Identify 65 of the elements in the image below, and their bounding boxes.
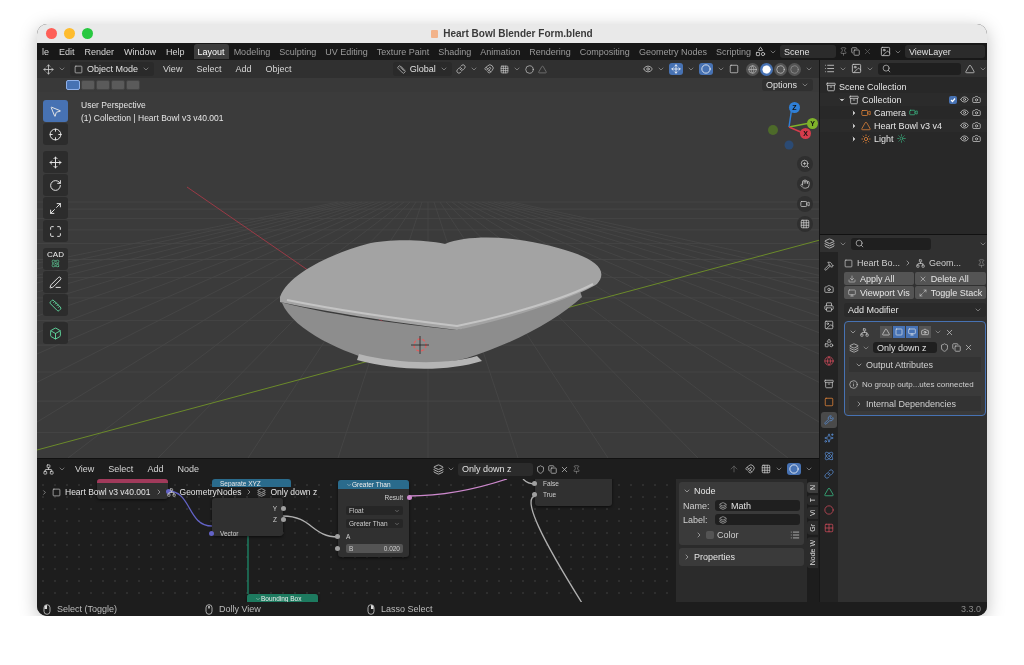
add-modifier-dropdown[interactable]: Add Modifier bbox=[844, 303, 987, 317]
info-message: No group outp...utes connected bbox=[862, 379, 974, 389]
menu-item[interactable]: Help bbox=[161, 44, 190, 59]
menu-item[interactable]: Render bbox=[79, 44, 120, 59]
color-label: Color bbox=[717, 530, 739, 540]
panel-title[interactable]: Properties bbox=[694, 552, 736, 562]
workspace-tab[interactable]: Scripting bbox=[711, 44, 755, 59]
panel-title[interactable]: Node bbox=[694, 486, 716, 496]
breadcrumb-item[interactable]: GeometryNodes bbox=[179, 487, 242, 497]
menu-item[interactable]: Add bbox=[230, 61, 257, 77]
view-layer-field[interactable]: ViewLayer bbox=[904, 45, 985, 58]
field-label: Name: bbox=[683, 500, 711, 511]
section-title: Output Attributes bbox=[866, 359, 934, 370]
workspace-tab[interactable]: Rendering bbox=[525, 44, 575, 59]
workspace-tab[interactable]: Shading bbox=[434, 44, 476, 59]
outliner-item[interactable]: Scene Collection bbox=[839, 81, 907, 92]
workspace-tab[interactable]: Layout bbox=[193, 44, 229, 59]
section-title: Internal Dependencies bbox=[866, 398, 957, 409]
orientation-dropdown[interactable]: Global bbox=[392, 62, 452, 76]
menu-item[interactable]: Add bbox=[142, 461, 169, 477]
breadcrumb-item[interactable]: Heart Bowl v3 v40.001 bbox=[65, 487, 151, 497]
menu-item[interactable]: Edit bbox=[54, 44, 80, 59]
menu-item[interactable]: View bbox=[158, 61, 188, 77]
outliner-item[interactable]: Light bbox=[874, 133, 894, 144]
workspace-tab[interactable]: Modeling bbox=[229, 44, 275, 59]
tool-button[interactable]: CAD bbox=[43, 248, 68, 270]
text-field[interactable]: Math bbox=[715, 500, 800, 511]
workspace-tab[interactable]: Texture Paint bbox=[372, 44, 434, 59]
workspace-tab[interactable]: Sculpting bbox=[275, 44, 321, 59]
status-hint: Dolly View bbox=[219, 604, 261, 614]
modifier-action-button[interactable]: Toggle Stack bbox=[914, 286, 987, 299]
status-hint: Lasso Select bbox=[381, 604, 433, 614]
modifier-action-button[interactable]: Delete All bbox=[914, 272, 987, 285]
mode-dropdown[interactable]: Object Mode bbox=[70, 62, 155, 76]
section-header[interactable]: Internal Dependencies bbox=[849, 396, 982, 411]
menu-item[interactable]: Select bbox=[103, 461, 139, 477]
breadcrumb-item[interactable]: Only down z bbox=[270, 487, 318, 497]
node-group-field[interactable]: Only down z bbox=[457, 462, 533, 476]
menu-item[interactable]: Object bbox=[260, 61, 297, 77]
menu-item[interactable]: le bbox=[37, 44, 54, 59]
workspace-tab[interactable]: UV Editing bbox=[321, 44, 372, 59]
modifier-action-button[interactable]: Viewport Vis bbox=[844, 286, 914, 299]
breadcrumb-item: Geom... bbox=[929, 258, 962, 268]
workspace-tab[interactable]: Compositing bbox=[575, 44, 634, 59]
menu-item[interactable]: Select bbox=[191, 61, 227, 77]
scene-field[interactable]: Scene bbox=[779, 45, 836, 58]
menu-item[interactable]: Node bbox=[172, 461, 204, 477]
status-hint: Select (Toggle) bbox=[57, 604, 118, 614]
viewport-info-text: (1) Collection | Heart Bowl v3 v40.001 bbox=[81, 113, 224, 123]
workspace-tab[interactable]: Animation bbox=[476, 44, 525, 59]
viewport-info-text: User Perspective bbox=[81, 100, 147, 110]
modifier-action-button[interactable]: Apply All bbox=[844, 272, 914, 285]
field-label: Label: bbox=[683, 514, 709, 525]
breadcrumb-item: Heart Bo... bbox=[857, 258, 901, 268]
section-header[interactable]: Output Attributes bbox=[849, 357, 982, 372]
menu-item[interactable]: View bbox=[70, 461, 100, 477]
node-group-field[interactable]: Only down z bbox=[873, 342, 937, 353]
options-dropdown[interactable]: Options bbox=[761, 79, 813, 91]
outliner-item[interactable]: Camera bbox=[874, 107, 906, 118]
workspace-tab[interactable]: Geometry Nodes bbox=[634, 44, 711, 59]
menu-item[interactable]: Window bbox=[119, 44, 162, 59]
outliner-item[interactable]: Heart Bowl v3 v4 bbox=[874, 120, 943, 131]
outliner-item[interactable]: Collection bbox=[862, 94, 902, 105]
window-title: Heart Bowl Blender Form.blend bbox=[443, 28, 593, 39]
version-label: 3.3.0 bbox=[960, 604, 981, 614]
